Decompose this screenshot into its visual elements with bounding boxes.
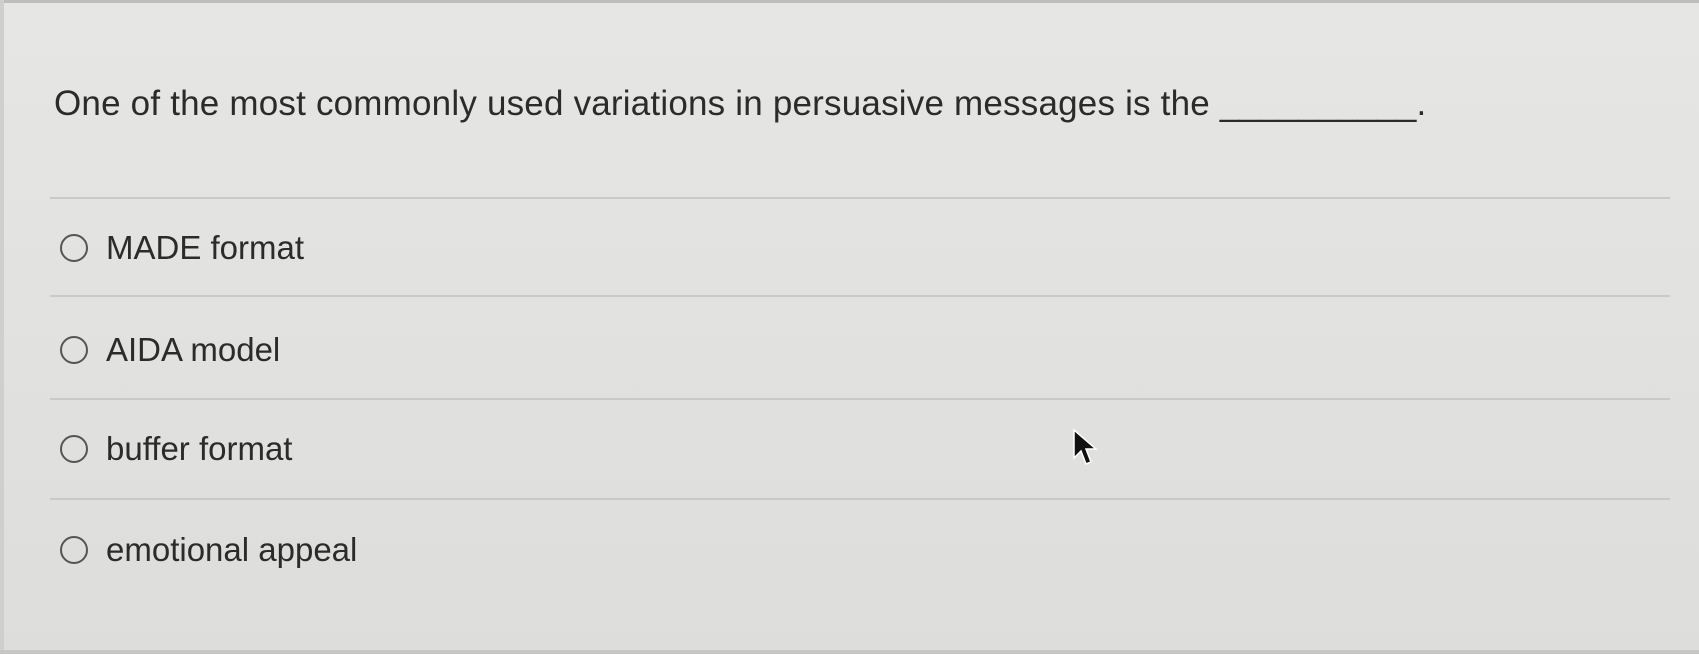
divider: [50, 498, 1670, 500]
radio-button-icon[interactable]: [60, 234, 88, 262]
divider: [50, 197, 1670, 199]
option-label: AIDA model: [106, 331, 281, 368]
option-made-format[interactable]: MADE format: [60, 223, 304, 273]
option-buffer-format[interactable]: buffer format: [60, 424, 292, 474]
option-label: buffer format: [106, 430, 293, 467]
panel-left-border: [0, 0, 4, 654]
divider: [50, 398, 1670, 400]
option-label: emotional appeal: [106, 531, 358, 568]
radio-button-icon[interactable]: [60, 336, 88, 364]
divider: [50, 295, 1670, 297]
question-panel: One of the most commonly used variations…: [0, 0, 1699, 654]
mouse-pointer-icon: [1073, 428, 1099, 465]
option-label: MADE format: [106, 229, 305, 266]
option-emotional-appeal[interactable]: emotional appeal: [60, 525, 357, 575]
question-text: One of the most commonly used variations…: [54, 84, 1427, 123]
panel-bottom-border: [0, 650, 1699, 654]
radio-button-icon[interactable]: [60, 536, 88, 564]
option-aida-model[interactable]: AIDA model: [60, 325, 280, 375]
radio-button-icon[interactable]: [60, 435, 88, 463]
panel-top-border: [0, 0, 1699, 3]
